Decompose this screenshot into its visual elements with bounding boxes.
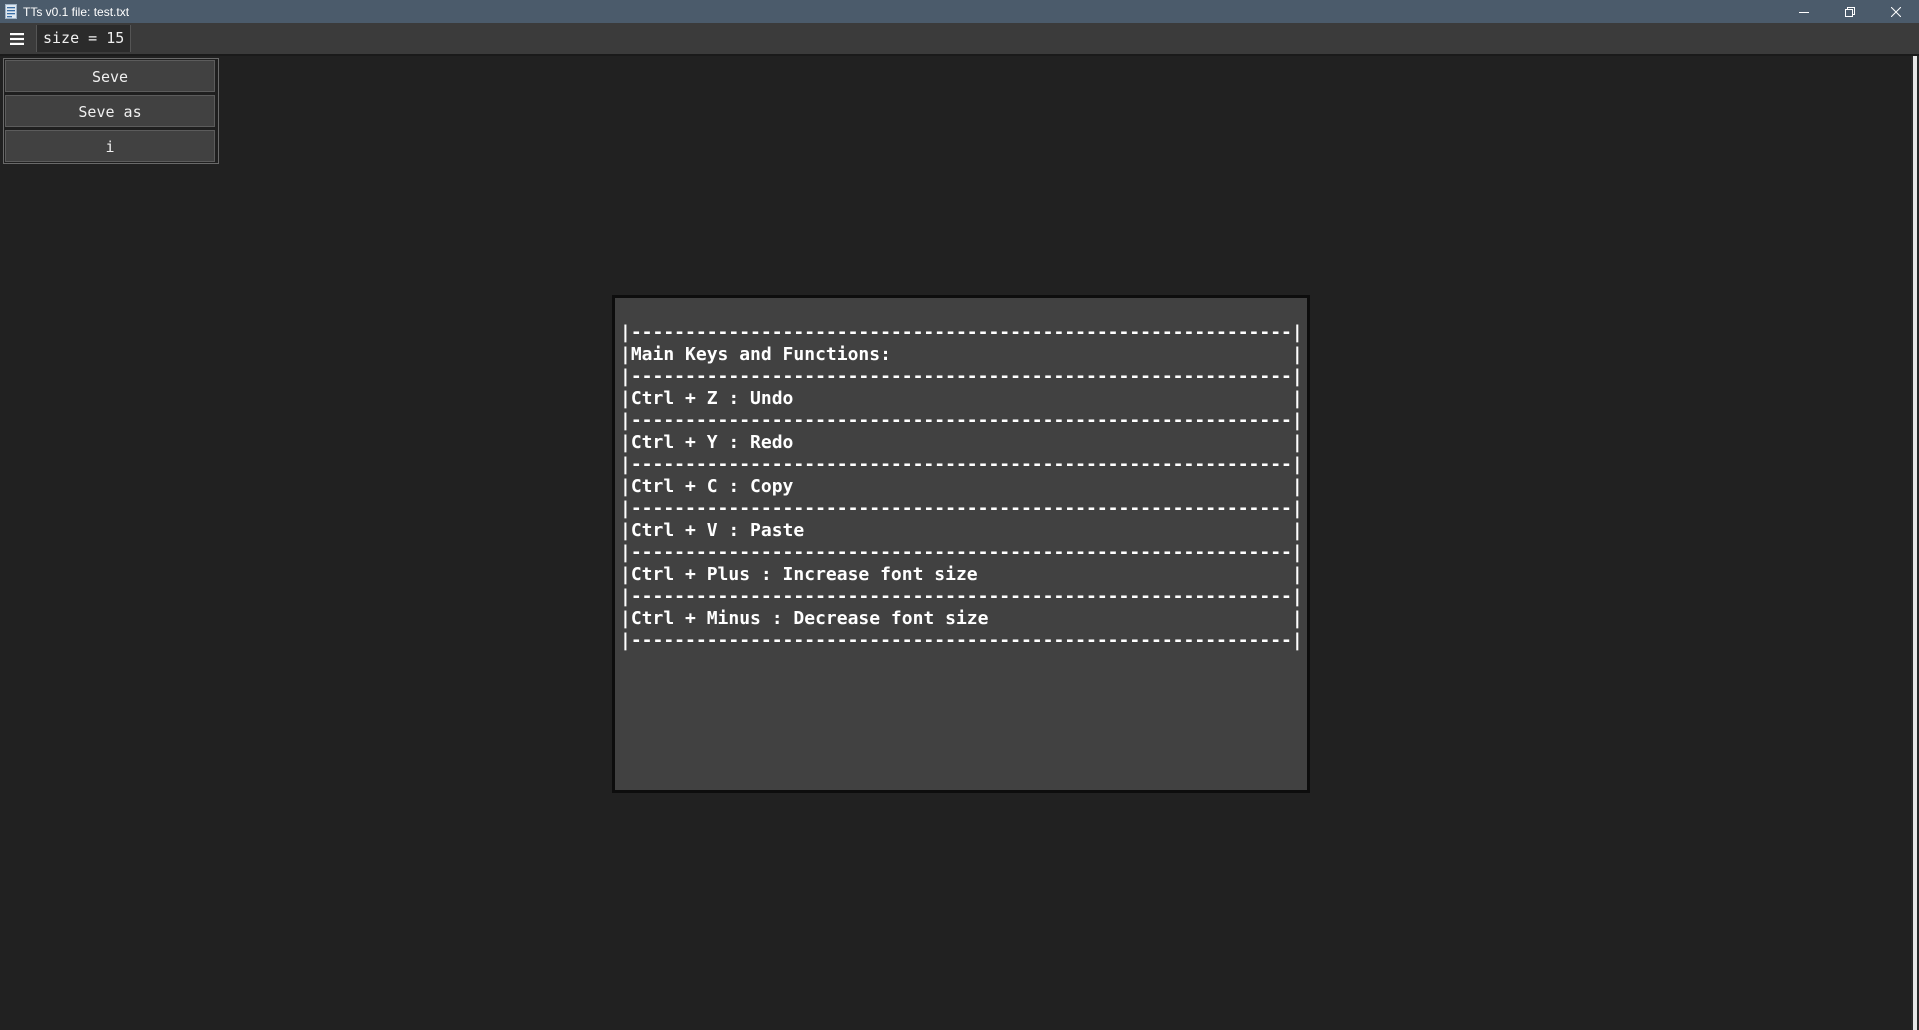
save-as-button[interactable]: Seve as xyxy=(5,95,215,127)
minimize-button[interactable] xyxy=(1781,0,1827,23)
app-window: TTs v0.1 file: test.txt size = 15 Seve S… xyxy=(0,0,1919,1030)
restore-button[interactable] xyxy=(1827,0,1873,23)
info-line: |---------------------------------------… xyxy=(620,366,1303,387)
shortcut-redo: |Ctrl + Y : Redo | xyxy=(620,432,1303,453)
info-heading: |Main Keys and Functions: | xyxy=(620,344,1303,365)
minimize-icon xyxy=(1799,11,1809,13)
hamburger-menu-icon xyxy=(10,32,24,45)
info-line: |---------------------------------------… xyxy=(620,498,1303,519)
info-line: |---------------------------------------… xyxy=(620,542,1303,563)
close-icon xyxy=(1891,6,1901,17)
info-line: |---------------------------------------… xyxy=(620,630,1303,651)
toolbar: size = 15 xyxy=(0,23,1919,56)
shortcut-decrease-font: |Ctrl + Minus : Decrease font size | xyxy=(620,608,1303,629)
shortcut-copy: |Ctrl + C : Copy | xyxy=(620,476,1303,497)
shortcut-paste: |Ctrl + V : Paste | xyxy=(620,520,1303,541)
save-button[interactable]: Seve xyxy=(5,60,215,92)
shortcut-undo: |Ctrl + Z : Undo | xyxy=(620,388,1303,409)
scrollbar-thumb[interactable] xyxy=(1913,56,1917,1030)
title-bar[interactable]: TTs v0.1 file: test.txt xyxy=(0,0,1919,23)
info-line: |---------------------------------------… xyxy=(620,410,1303,431)
shortcut-increase-font: |Ctrl + Plus : Increase font size | xyxy=(620,564,1303,585)
info-panel: |---------------------------------------… xyxy=(612,295,1310,793)
shortcuts-list: |---------------------------------------… xyxy=(620,322,1303,652)
info-button[interactable]: i xyxy=(5,130,215,162)
info-line: |---------------------------------------… xyxy=(620,454,1303,475)
info-line: |---------------------------------------… xyxy=(620,322,1303,343)
info-line: |---------------------------------------… xyxy=(620,586,1303,607)
vertical-scrollbar[interactable] xyxy=(1911,56,1919,1030)
file-menu: Seve Seve as i xyxy=(3,58,219,164)
menu-button[interactable] xyxy=(0,23,34,54)
text-file-icon xyxy=(4,4,18,20)
font-size-indicator: size = 15 xyxy=(36,25,132,52)
window-title: TTs v0.1 file: test.txt xyxy=(23,4,130,19)
close-button[interactable] xyxy=(1873,0,1919,23)
window-controls xyxy=(1781,0,1919,23)
restore-icon xyxy=(1845,6,1855,17)
